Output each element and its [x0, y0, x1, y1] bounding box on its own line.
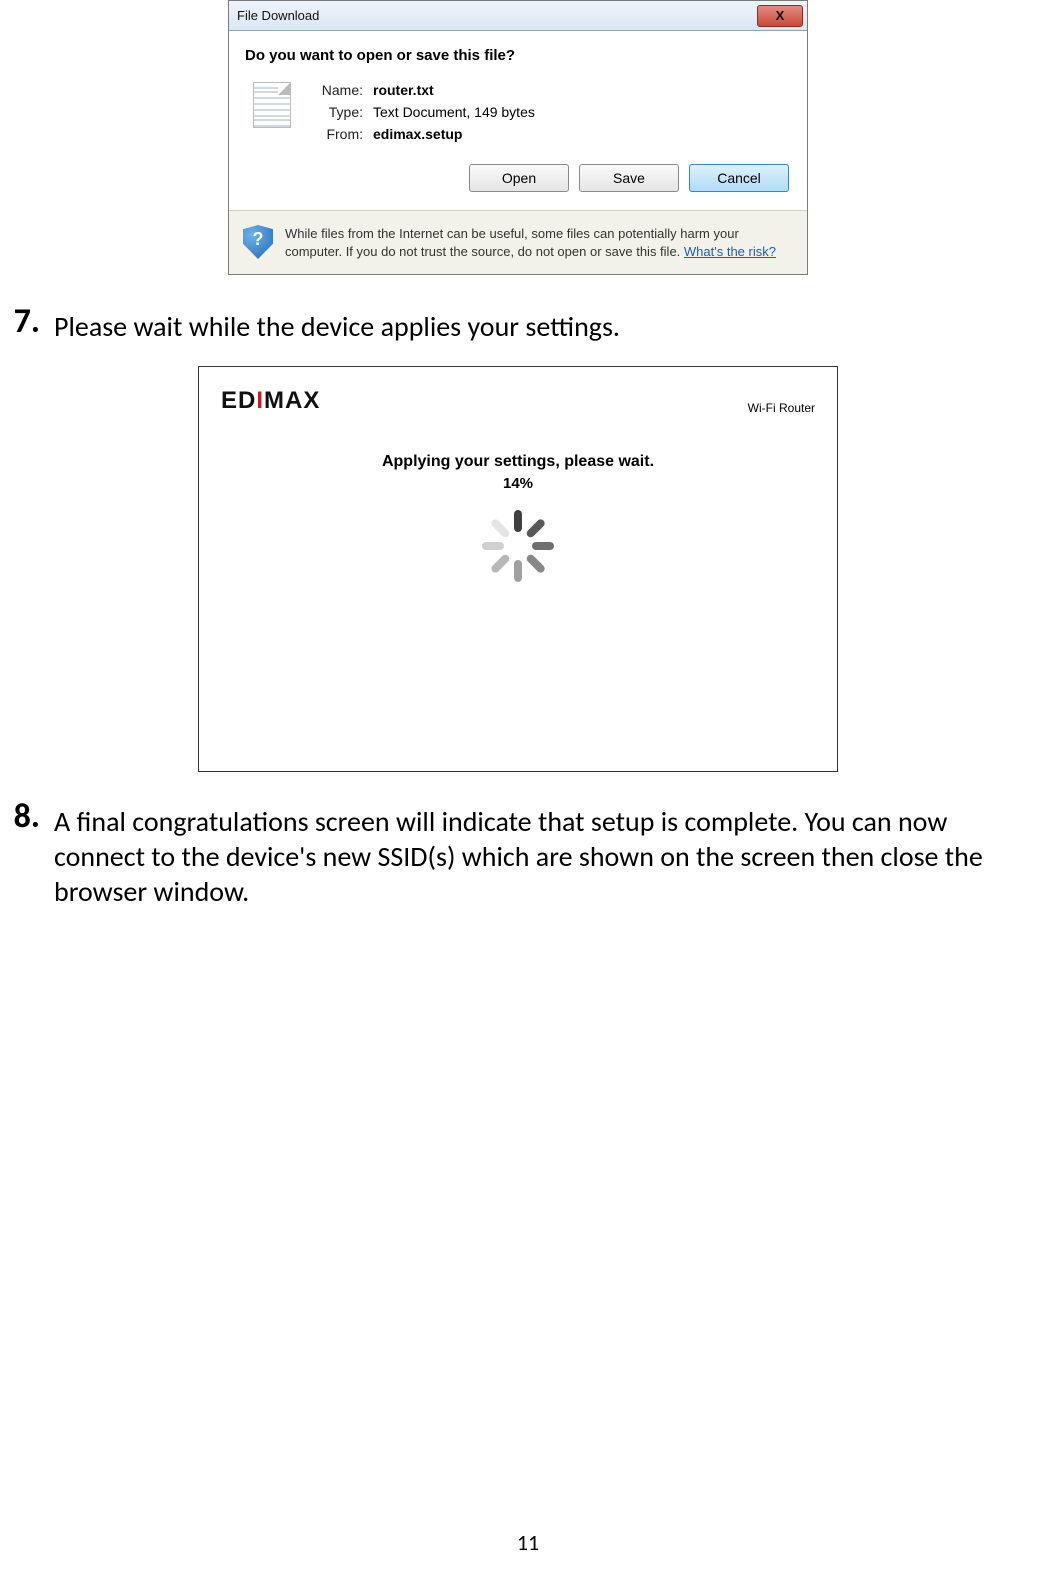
from-label: From:: [307, 126, 363, 142]
file-meta: Name: router.txt Type: Text Document, 14…: [307, 82, 535, 142]
warning-text: While files from the Internet can be use…: [285, 226, 739, 259]
name-label: Name:: [307, 82, 363, 98]
router-type-label: Wi-Fi Router: [748, 401, 815, 415]
step-8-number: 8.: [0, 800, 40, 834]
close-button[interactable]: X: [757, 5, 803, 27]
save-button[interactable]: Save: [579, 164, 679, 192]
step-7-text: Please wait while the device applies you…: [54, 305, 620, 344]
dialog-warning: ? While files from the Internet can be u…: [229, 210, 807, 274]
text-document-icon: [253, 82, 291, 128]
file-download-dialog: File Download X Do you want to open or s…: [228, 0, 808, 275]
shield-icon: ?: [243, 225, 273, 259]
close-icon: X: [776, 8, 785, 23]
from-value: edimax.setup: [363, 126, 535, 142]
type-value: Text Document, 149 bytes: [363, 104, 535, 120]
open-button[interactable]: Open: [469, 164, 569, 192]
type-label: Type:: [307, 104, 363, 120]
step-8: 8. A final congratulations screen will i…: [0, 800, 1036, 909]
page-number: 11: [0, 1529, 1056, 1556]
router-apply-panel: EDIMAX Wi-Fi Router Applying your settin…: [198, 366, 838, 772]
risk-link[interactable]: What's the risk?: [684, 244, 776, 259]
apply-message: Applying your settings, please wait.: [199, 453, 837, 471]
name-value: router.txt: [363, 82, 535, 98]
cancel-button[interactable]: Cancel: [689, 164, 789, 192]
step-7: 7. Please wait while the device applies …: [0, 305, 1036, 344]
loading-spinner-icon: [478, 506, 558, 586]
warning-text-wrap: While files from the Internet can be use…: [285, 225, 793, 260]
step-8-text: A final congratulations screen will indi…: [54, 800, 1036, 909]
dialog-title: File Download: [237, 8, 319, 23]
apply-percent: 14%: [199, 475, 837, 492]
step-7-number: 7.: [0, 305, 40, 339]
dialog-titlebar: File Download X: [229, 1, 807, 31]
dialog-question: Do you want to open or save this file?: [245, 47, 791, 64]
edimax-logo: EDIMAX: [221, 387, 320, 415]
